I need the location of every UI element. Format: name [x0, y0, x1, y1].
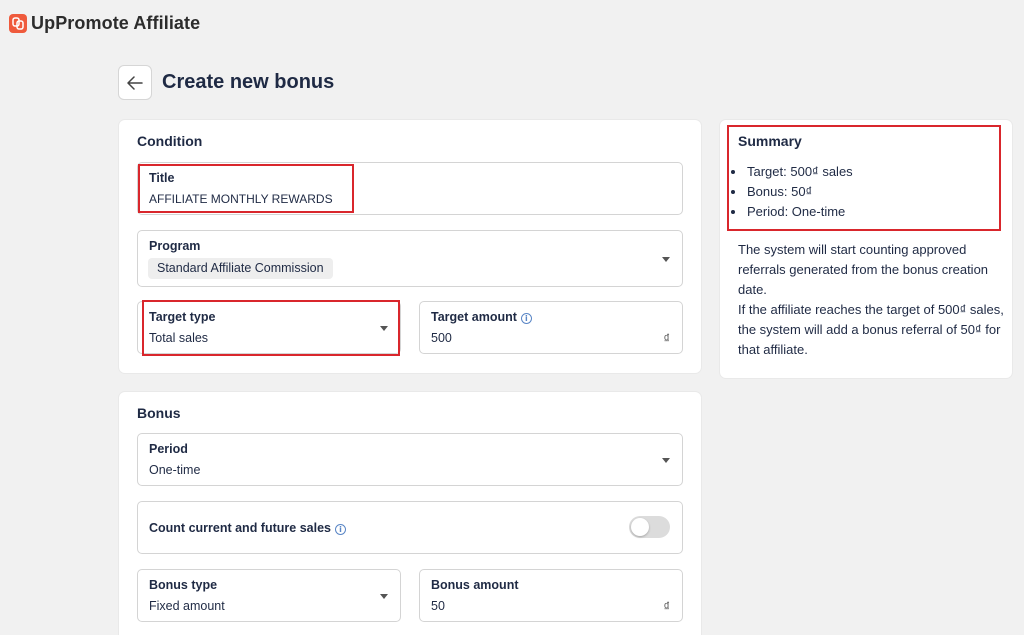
summary-list: Target: 500₫ sales Bonus: 50₫ Period: On…	[746, 162, 853, 222]
count-sales-row: Count current and future sales i	[137, 501, 683, 554]
arrow-left-icon	[127, 75, 143, 90]
bonus-type-select[interactable]: Bonus type Fixed amount	[137, 569, 401, 622]
summary-description: The system will start counting approved …	[738, 240, 1008, 360]
bonus-card: Bonus Period One-time Count current and …	[119, 392, 701, 635]
target-amount-field[interactable]: Target amount i 500 ₫	[419, 301, 683, 354]
app-brand: UpPromote Affiliate	[9, 13, 200, 34]
program-chip[interactable]: Standard Affiliate Commission	[148, 258, 333, 279]
info-icon[interactable]: i	[520, 313, 532, 324]
currency-suffix: ₫	[663, 599, 670, 614]
target-type-select[interactable]: Target type Total sales	[137, 301, 401, 354]
program-select[interactable]: Program Standard Affiliate Commission	[137, 230, 683, 287]
uppromote-logo-icon	[9, 14, 27, 33]
bonus-amount-input[interactable]: 50	[431, 599, 445, 613]
title-input[interactable]: AFFILIATE MONTHLY REWARDS	[149, 192, 333, 206]
bonus-amount-field[interactable]: Bonus amount 50 ₫	[419, 569, 683, 622]
chevron-down-icon	[662, 457, 670, 463]
currency-suffix: ₫	[663, 331, 670, 346]
bonus-amount-label: Bonus amount	[431, 578, 519, 592]
chevron-down-icon	[380, 593, 388, 599]
summary-item: Period: One-time	[746, 202, 853, 222]
period-value: One-time	[149, 463, 201, 477]
toggle-knob	[631, 518, 649, 536]
bonus-type-label: Bonus type	[149, 578, 218, 592]
bonus-heading: Bonus	[137, 405, 181, 421]
summary-description-line: If the affiliate reaches the target of 5…	[738, 302, 1004, 357]
app-name: UpPromote Affiliate	[31, 13, 201, 33]
summary-heading: Summary	[738, 133, 802, 149]
title-field[interactable]: Title AFFILIATE MONTHLY REWARDS	[137, 162, 683, 215]
bonus-type-value: Fixed amount	[149, 599, 225, 613]
condition-heading: Condition	[137, 133, 203, 149]
target-amount-input[interactable]: 500	[431, 331, 452, 345]
target-amount-label-text: Target amount	[431, 310, 517, 324]
page-title: Create new bonus	[162, 71, 335, 93]
title-label: Title	[149, 171, 175, 185]
target-amount-label: Target amount i	[431, 310, 532, 324]
period-label: Period	[149, 442, 188, 456]
summary-description-line: The system will start counting approved …	[738, 242, 989, 297]
summary-item: Bonus: 50₫	[746, 182, 853, 202]
info-icon[interactable]: i	[334, 524, 346, 535]
count-sales-label: Count current and future sales i	[149, 521, 346, 535]
summary-card: Summary Target: 500₫ sales Bonus: 50₫ Pe…	[720, 120, 1012, 378]
summary-item: Target: 500₫ sales	[746, 162, 853, 182]
chevron-down-icon	[662, 256, 670, 262]
period-select[interactable]: Period One-time	[137, 433, 683, 486]
program-label: Program	[149, 239, 201, 253]
count-sales-label-text: Count current and future sales	[149, 521, 331, 535]
count-sales-toggle[interactable]	[629, 516, 670, 538]
condition-card: Condition Title AFFILIATE MONTHLY REWARD…	[119, 120, 701, 373]
target-type-label: Target type	[149, 310, 216, 324]
target-type-value: Total sales	[149, 331, 209, 345]
back-button[interactable]	[118, 65, 152, 100]
chevron-down-icon	[380, 325, 388, 331]
